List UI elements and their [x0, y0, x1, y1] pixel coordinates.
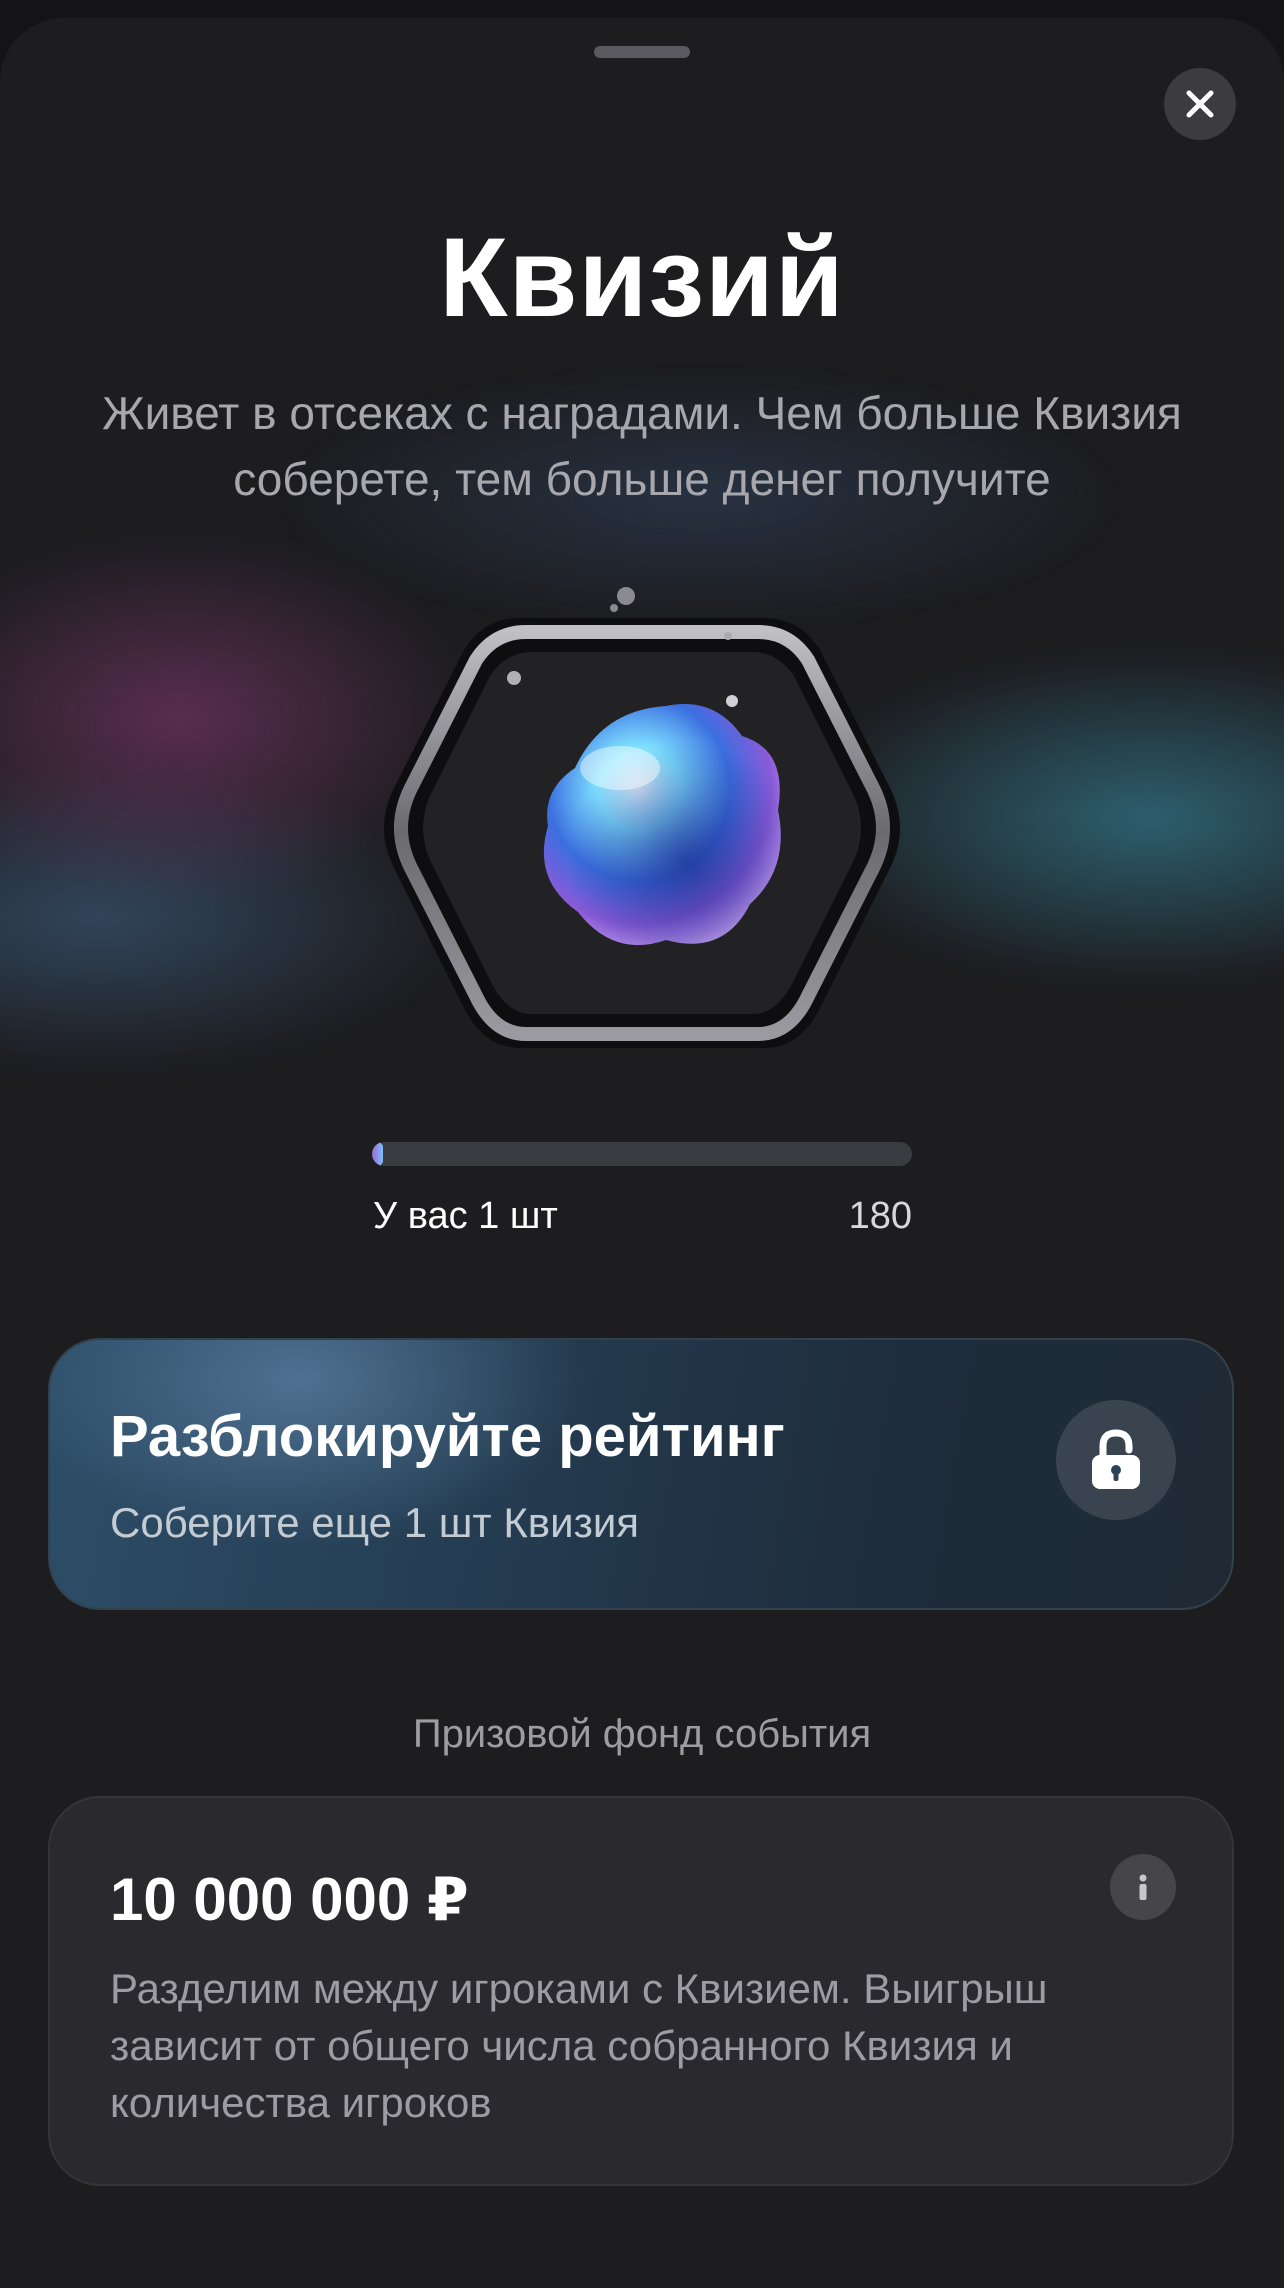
- close-icon: [1186, 90, 1214, 118]
- unlock-card-title: Разблокируйте рейтинг: [110, 1404, 785, 1469]
- unlock-card-subtitle: Соберите еще 1 шт Квизия: [110, 1499, 640, 1546]
- page-title: Квизий: [439, 215, 845, 340]
- page-subtitle: Живет в отсеках с наградами. Чем больше …: [102, 387, 1182, 505]
- quizium-crystal-icon: [384, 587, 900, 1048]
- lock-button[interactable]: [1056, 1400, 1176, 1520]
- prize-fund-card: 10 000 000 ₽ Разделим между игроками с К…: [48, 1796, 1234, 2186]
- close-button[interactable]: [1164, 68, 1236, 140]
- lock-icon: [1092, 1429, 1140, 1489]
- bottom-sheet: Квизий Живет в отсеках с наградами. Чем …: [0, 18, 1284, 2288]
- unlock-rating-card[interactable]: Разблокируйте рейтинг Соберите еще 1 шт …: [48, 1338, 1234, 1610]
- collection-progress-bar: [372, 1142, 912, 1166]
- screen: Квизий Живет в отсеках с наградами. Чем …: [0, 0, 1284, 2288]
- sheet-grabber[interactable]: [594, 46, 690, 58]
- info-button[interactable]: [1110, 1854, 1176, 1920]
- info-icon: [1139, 1874, 1147, 1900]
- collection-goal: 180: [848, 1195, 912, 1237]
- prize-amount: 10 000 000 ₽: [110, 1866, 469, 1933]
- prize-description: Разделим между игроками с Квизием. Выигр…: [110, 1965, 1048, 2126]
- collected-count: У вас 1 шт: [373, 1195, 558, 1237]
- prize-fund-heading: Призовой фонд события: [412, 1712, 872, 1756]
